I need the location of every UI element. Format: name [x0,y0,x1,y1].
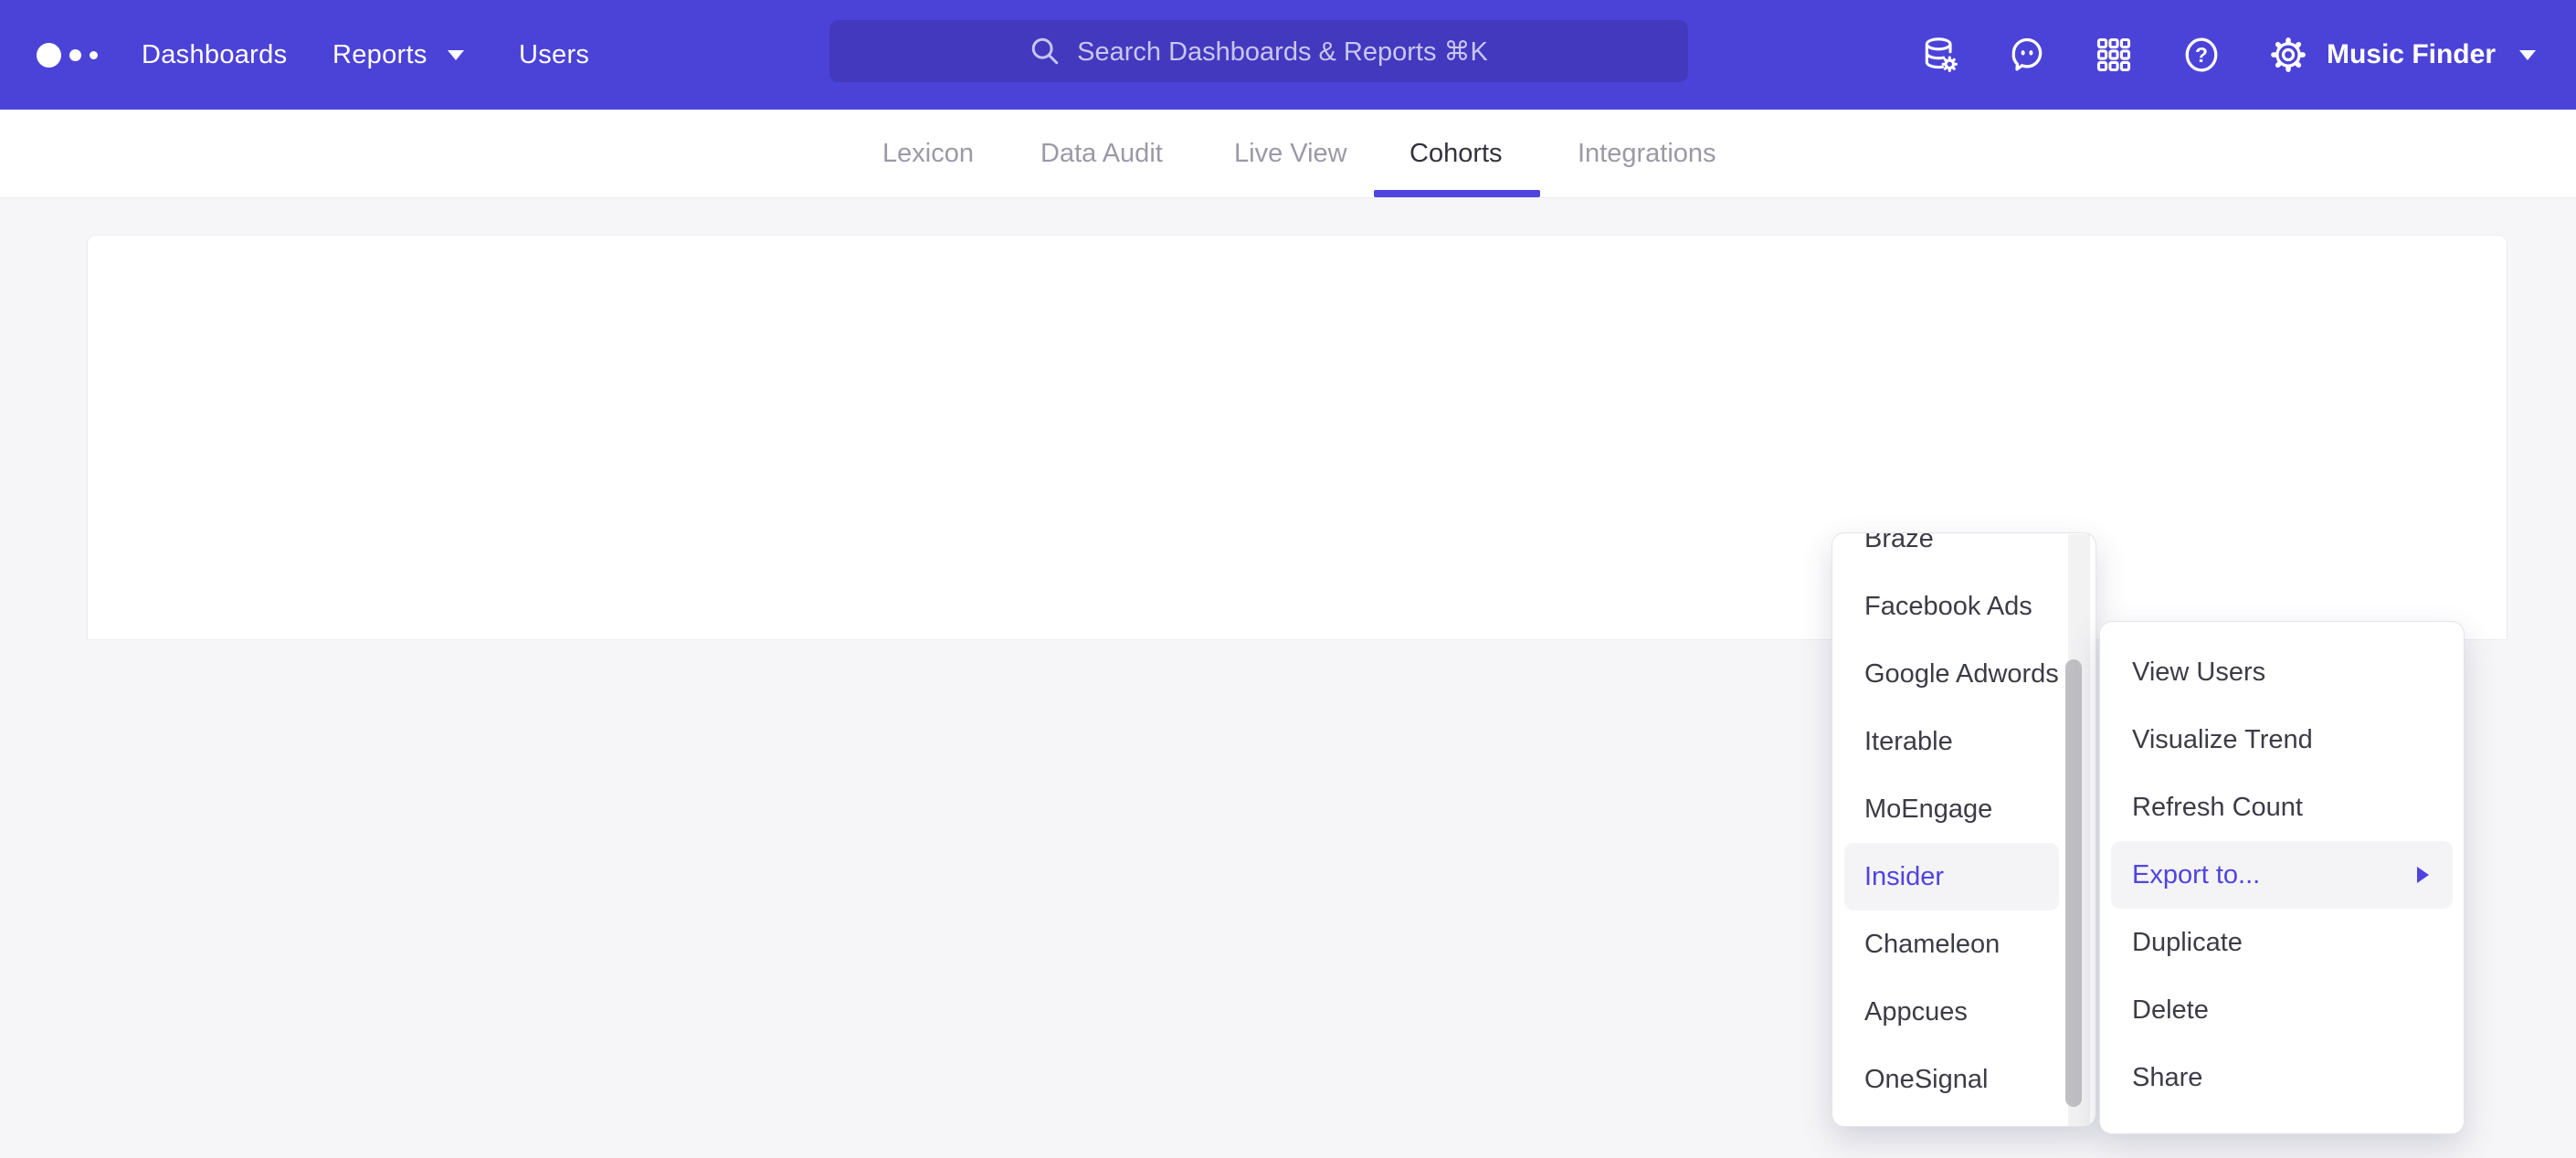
global-search-placeholder: Search Dashboards & Reports ⌘K [1077,36,1488,68]
menu-item-iterable[interactable]: Iterable [1832,708,2096,775]
menu-item-chameleon[interactable]: Chameleon [1832,911,2096,978]
chevron-down-icon [2519,50,2536,60]
submenu-arrow-icon [2417,867,2429,883]
tab-lexicon[interactable]: Lexicon [882,110,974,197]
section-tabbar: Lexicon Data Audit Live View Cohorts Int… [0,110,2576,198]
menu-item-view-users[interactable]: View Users [2100,638,2464,706]
tab-integrations[interactable]: Integrations [1578,110,1716,197]
svg-text:?: ? [2195,43,2208,67]
cohort-actions-menu: View Users Visualize Trend Refresh Count… [2099,621,2465,1134]
project-name: Music Finder [2327,39,2496,70]
menu-item-share[interactable]: Share [2100,1044,2464,1111]
tab-live-view[interactable]: Live View [1234,110,1347,197]
menu-item-onesignal[interactable]: OneSignal [1832,1046,2096,1113]
menu-item-braze[interactable]: Braze [1832,532,2096,573]
settings-gear-icon[interactable] [2268,35,2308,75]
scrollbar-track[interactable] [2068,534,2090,1127]
active-tab-indicator [1374,190,1540,197]
menu-item-delete[interactable]: Delete [2100,976,2464,1044]
export-destinations-menu: Braze Facebook Ads Google Adwords Iterab… [1832,532,2096,1127]
menu-item-visualize-trend[interactable]: Visualize Trend [2100,706,2464,774]
menu-item-facebook-ads[interactable]: Facebook Ads [1832,573,2096,640]
nav-link-users[interactable]: Users [519,0,589,110]
nav-link-dashboards[interactable]: Dashboards [142,0,287,110]
apps-grid-icon[interactable] [2094,35,2134,75]
feedback-icon[interactable] [2007,35,2047,75]
help-icon[interactable]: ? [2181,35,2222,75]
search-icon [1029,36,1061,67]
menu-item-moengage[interactable]: MoEngage [1832,775,2096,843]
nav-link-reports[interactable]: Reports [333,0,464,110]
top-navbar: Dashboards Reports Users Search Dashboar… [0,0,2576,110]
menu-item-insider[interactable]: Insider [1844,843,2059,911]
cohorts-card [87,235,2507,640]
chevron-down-icon [448,50,464,60]
menu-item-google-adwords[interactable]: Google Adwords [1832,640,2096,708]
mixpanel-logo-icon[interactable] [37,0,98,110]
scrollbar-thumb[interactable] [2065,659,2082,1107]
menu-item-refresh-count[interactable]: Refresh Count [2100,774,2464,841]
tab-cohorts[interactable]: Cohorts [1409,110,1503,197]
tab-data-audit[interactable]: Data Audit [1040,110,1163,197]
menu-item-export-to[interactable]: Export to... [2111,841,2453,909]
global-search-input[interactable]: Search Dashboards & Reports ⌘K [829,20,1688,82]
database-gear-icon[interactable] [1920,35,1960,75]
menu-item-appcues[interactable]: Appcues [1832,978,2096,1046]
project-switcher[interactable]: Music Finder [2327,0,2536,110]
menu-item-duplicate[interactable]: Duplicate [2100,909,2464,976]
